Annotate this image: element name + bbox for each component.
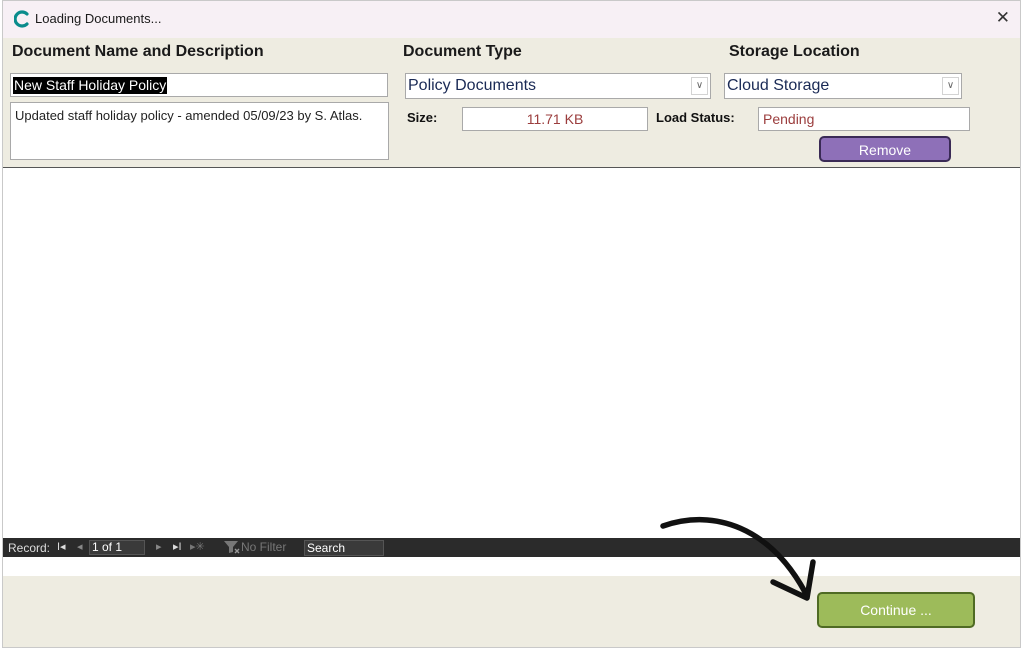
record-position-field[interactable]: 1 of 1: [89, 540, 145, 555]
record-navigation-bar: Record: I◂ ◂ 1 of 1 ▸ ▸I ▸✳ No Filter Se…: [3, 538, 1020, 557]
size-label: Size:: [407, 110, 438, 125]
document-description-field[interactable]: Updated staff holiday policy - amended 0…: [10, 102, 389, 160]
column-header-row: Document Name and Description Document T…: [3, 38, 1020, 66]
search-input[interactable]: Search: [304, 540, 384, 556]
document-record: New Staff Holiday Policy Updated staff h…: [3, 66, 1020, 168]
close-icon[interactable]: ✕: [996, 8, 1010, 28]
column-header-type: Document Type: [403, 43, 522, 60]
no-filter-indicator[interactable]: No Filter: [223, 540, 286, 554]
app-logo-icon: [14, 10, 29, 28]
arrow-annotation-icon: [660, 516, 816, 601]
window-title: Loading Documents...: [35, 11, 162, 26]
remove-button[interactable]: Remove: [819, 136, 951, 162]
document-name-text: New Staff Holiday Policy: [13, 77, 168, 94]
storage-location-value: Cloud Storage: [727, 77, 830, 94]
column-header-name: Document Name and Description: [12, 43, 264, 60]
document-name-field[interactable]: New Staff Holiday Policy: [10, 73, 388, 97]
load-status-field: Pending: [758, 107, 970, 131]
new-record-icon[interactable]: ▸✳: [190, 540, 205, 553]
load-status-label: Load Status:: [656, 110, 735, 125]
last-record-icon[interactable]: ▸I: [173, 540, 182, 553]
continue-button[interactable]: Continue ...: [817, 592, 975, 628]
title-bar: Loading Documents... ✕: [3, 1, 1020, 38]
record-label: Record:: [8, 541, 51, 555]
size-field: 11.71 KB: [462, 107, 648, 131]
document-type-select[interactable]: Policy Documents ∨: [405, 73, 711, 99]
loading-documents-window: Loading Documents... ✕ Document Name and…: [2, 0, 1021, 648]
next-record-icon[interactable]: ▸: [156, 540, 162, 553]
document-type-value: Policy Documents: [408, 77, 537, 94]
column-header-location: Storage Location: [729, 43, 860, 60]
load-status-value: Pending: [763, 111, 815, 127]
previous-record-icon[interactable]: ◂: [77, 540, 83, 553]
first-record-icon[interactable]: I◂: [57, 540, 66, 553]
storage-location-select[interactable]: Cloud Storage ∨: [724, 73, 962, 99]
no-filter-label: No Filter: [241, 540, 287, 554]
chevron-down-icon[interactable]: ∨: [942, 77, 959, 95]
size-value: 11.71 KB: [526, 111, 584, 127]
filter-icon: [224, 541, 240, 554]
chevron-down-icon[interactable]: ∨: [691, 77, 708, 95]
